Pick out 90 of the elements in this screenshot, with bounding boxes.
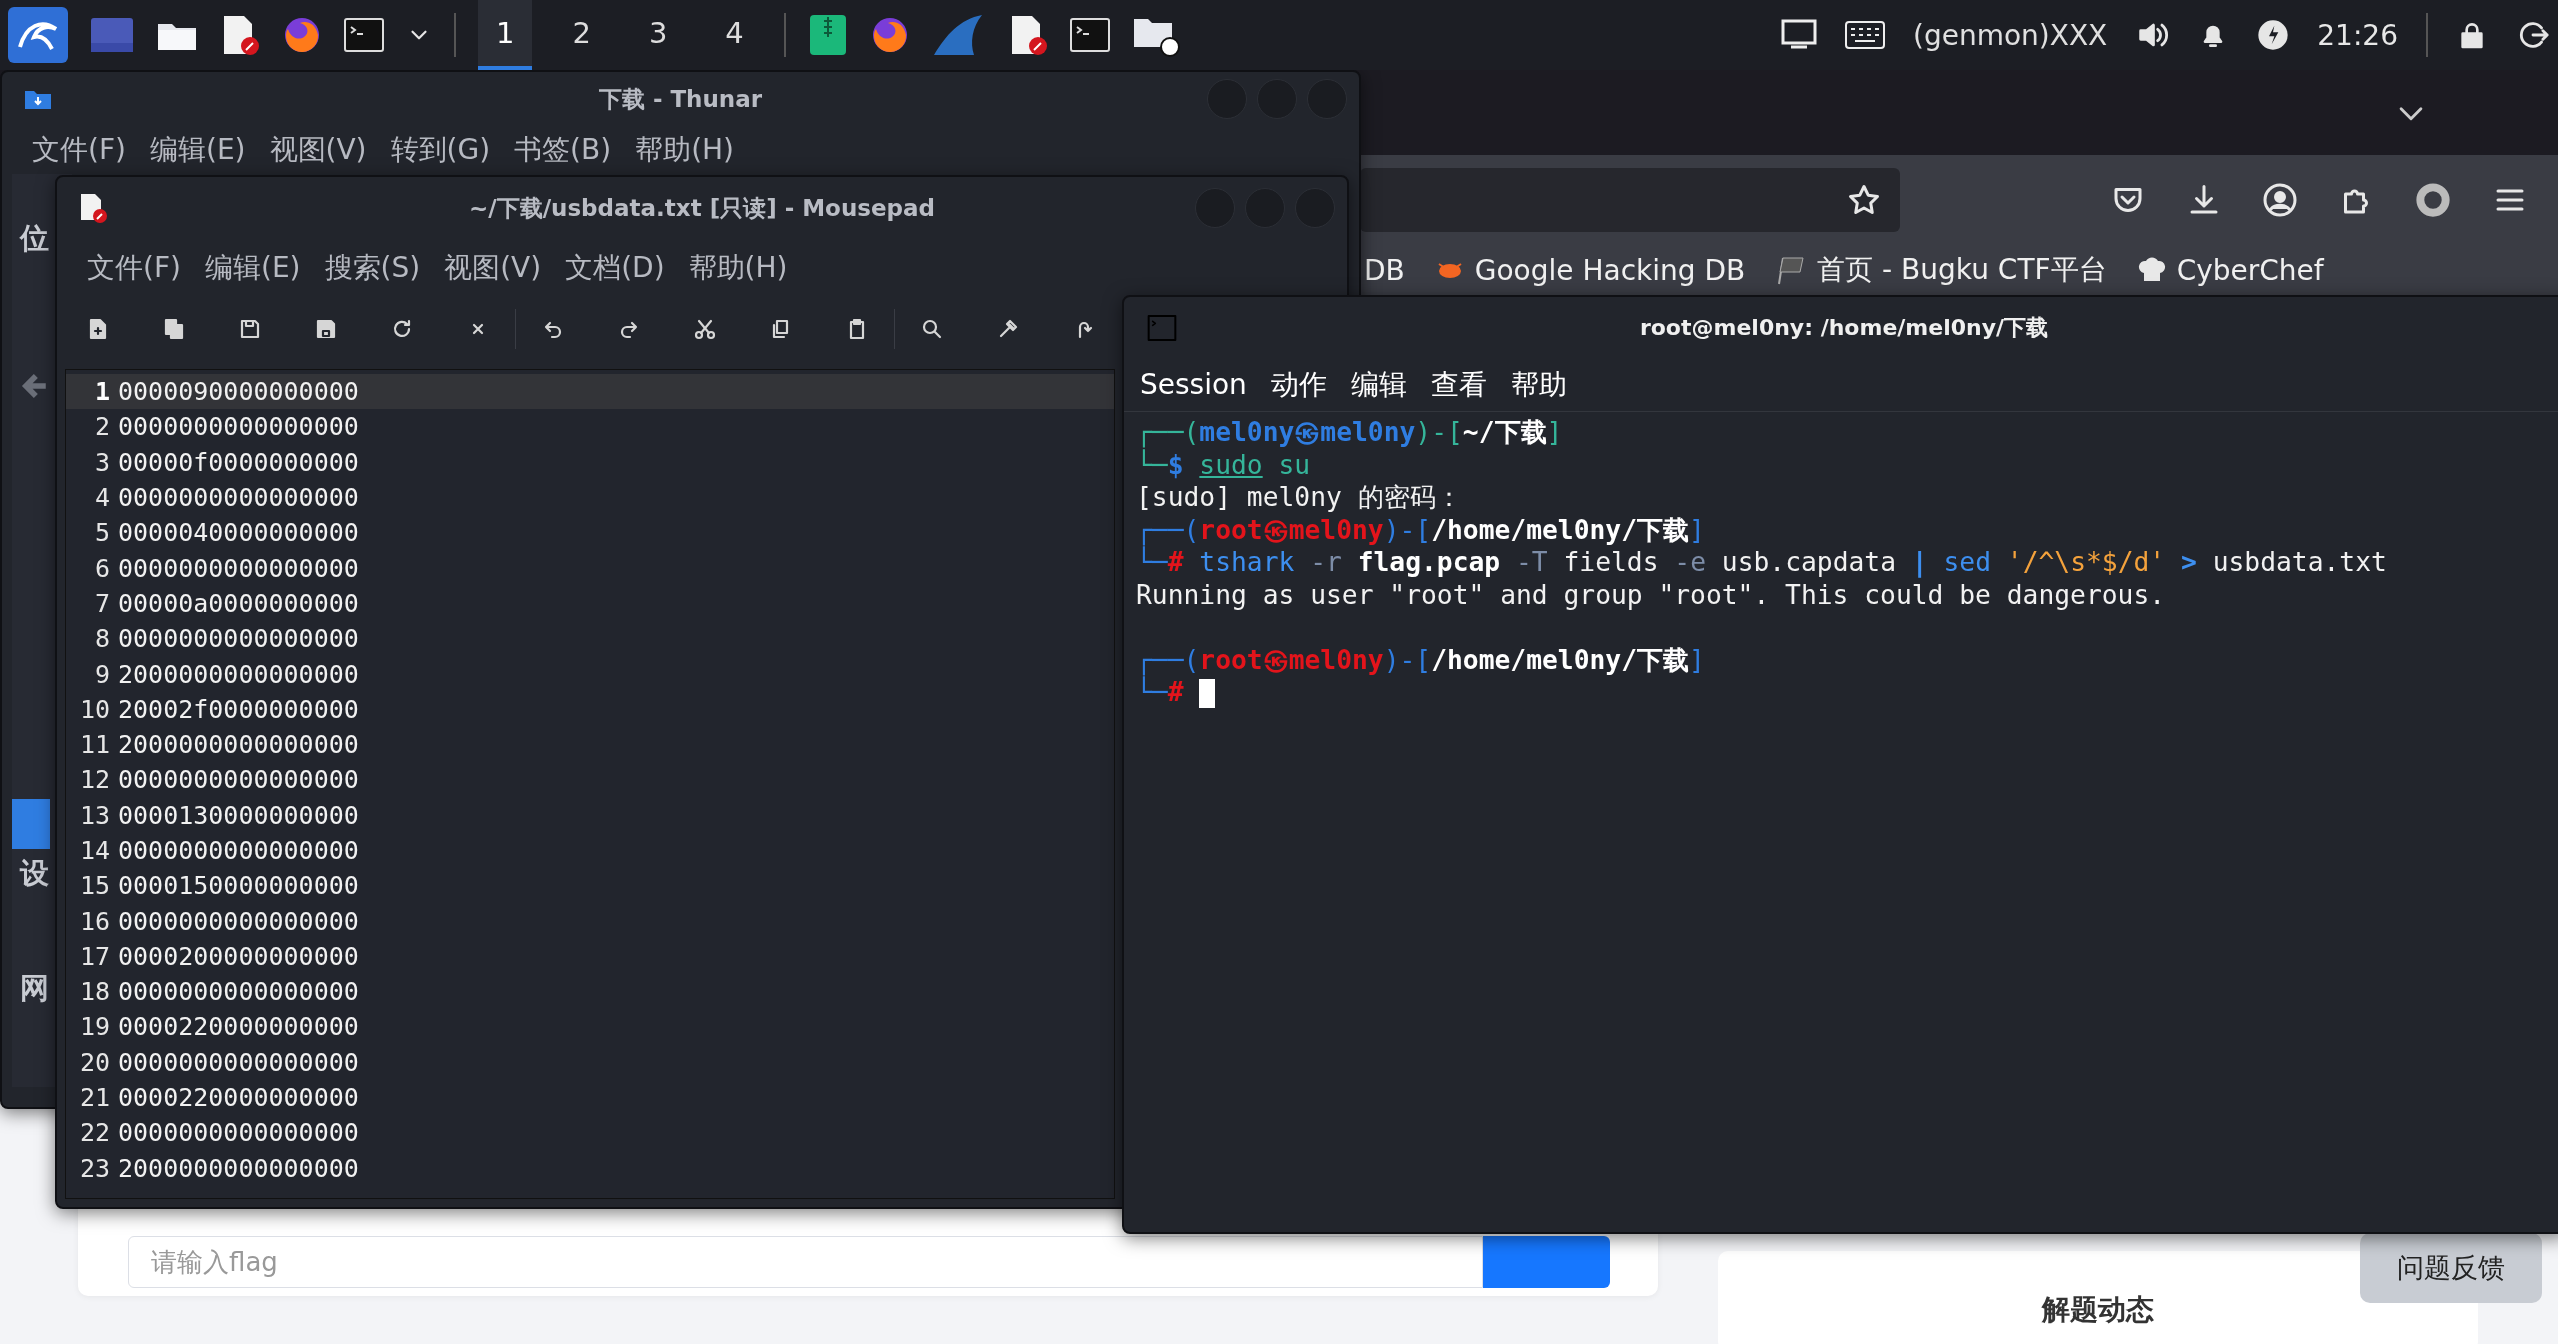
code-line: 0000220000000000	[118, 1012, 359, 1042]
menu-item[interactable]: 视图(V)	[259, 133, 377, 167]
menu-item[interactable]: 搜索(S)	[314, 251, 431, 285]
line-number: 21	[78, 1083, 111, 1113]
code-line: 0000150000000000	[118, 871, 359, 901]
line-number: 22	[78, 1118, 111, 1148]
terminal-line: ┌──(root㉿mel0ny)-[/home/mel0ny/下载]	[1136, 643, 1706, 676]
code-line: 0000000000000000	[118, 412, 359, 442]
menu-item[interactable]: 帮助(H)	[678, 251, 798, 285]
window-title: 下载 - Thunar	[598, 85, 763, 112]
workspace-tab[interactable]: 1	[478, 0, 533, 70]
code-line: 0000000000000000	[118, 1047, 359, 1077]
terminal-line: └─#	[1136, 676, 2558, 709]
code-line: 0000040000000000	[118, 518, 359, 548]
terminal-line: Running as user "root" and group "root". This could be dangerous.	[1136, 578, 2167, 611]
code-line: 0000000000000000	[118, 624, 359, 654]
menu-item[interactable]: 动作	[1260, 368, 1337, 402]
feedback-button[interactable]: 问题反馈	[2360, 1233, 2542, 1303]
terminal-line: └─$ sudo su	[1136, 448, 1312, 481]
workspace-tab[interactable]: 4	[707, 0, 762, 70]
line-number: 8	[93, 624, 111, 654]
line-number: 19	[78, 1012, 111, 1042]
line-number: 11	[78, 730, 111, 760]
line-number: 3	[93, 447, 111, 477]
code-line: 2000000000000000	[118, 1153, 359, 1183]
menu-item[interactable]: 帮助(H)	[625, 133, 745, 167]
line-number: 12	[78, 765, 111, 795]
line-number: 15	[78, 871, 111, 901]
code-line: 2000000000000000	[118, 659, 359, 689]
line-number: 20	[78, 1047, 111, 1077]
menu-item[interactable]: 视图(V)	[434, 251, 552, 285]
code-line: 00000a0000000000	[118, 588, 359, 618]
code-line: 0000090000000000	[118, 377, 359, 407]
sidebar-heading: 设	[20, 855, 49, 892]
menu-item[interactable]: 查看	[1420, 368, 1497, 402]
menu-item[interactable]: 编辑(E)	[139, 133, 256, 167]
code-line: 20002f0000000000	[118, 694, 359, 724]
menu-item[interactable]: 文档(D)	[555, 251, 675, 285]
line-number: 5	[93, 518, 111, 548]
line-number: 4	[93, 483, 111, 513]
terminal-line: ┌──(root㉿mel0ny)-[/home/mel0ny/下载]	[1136, 513, 1706, 546]
code-line: 0000200000000000	[118, 941, 359, 971]
line-number: 17	[78, 941, 111, 971]
terminal-line: └─# tshark -r flag.pcap -T fields -e usb.capdata | sed '/^\s*$/d' > usbdata.txt	[1136, 546, 2388, 579]
bookmark-link[interactable]: Google Hacking DB	[1474, 253, 1746, 287]
workspace-tab[interactable]: 2	[554, 0, 609, 70]
code-line: 2000000000000000	[118, 730, 359, 760]
code-line: 0000000000000000	[118, 483, 359, 513]
line-number: 10	[78, 694, 111, 724]
line-number: 13	[78, 800, 111, 830]
menu-item[interactable]: 文件(F)	[77, 251, 191, 285]
line-number: 2	[93, 412, 111, 442]
menu-item[interactable]: 编辑(E)	[194, 251, 311, 285]
line-number: 16	[78, 906, 111, 936]
code-line: 0000000000000000	[118, 906, 359, 936]
line-number: 1	[93, 377, 111, 407]
terminal-line: ┌──(mel0ny㉿mel0ny)-[~/下载]	[1136, 416, 1564, 449]
bookmark-link[interactable]: 首页 - Bugku CTF平台	[1817, 251, 2107, 289]
bookmark-link[interactable]: CyberChef	[2176, 253, 2324, 287]
code-line: 00000f0000000000	[118, 447, 359, 477]
sidebar-heading: 位	[20, 220, 49, 257]
window-title: root@mel0ny: /home/mel0ny/下载	[1639, 315, 2049, 340]
card-title: 解题动态	[2042, 1292, 2154, 1328]
line-number: 14	[78, 836, 111, 865]
line-number: 18	[78, 977, 111, 1007]
genmon-label[interactable]: (genmon)XXX	[1913, 18, 2108, 52]
menu-item[interactable]: 帮助	[1500, 368, 1577, 402]
line-number: 23	[78, 1153, 111, 1183]
menu-item[interactable]: 书签(B)	[504, 133, 622, 167]
clock-text: 21:26	[2317, 18, 2398, 52]
menu-item[interactable]: Session	[1130, 368, 1257, 402]
code-line: 0000000000000000	[118, 1118, 359, 1148]
code-line: 0000000000000000	[118, 977, 359, 1007]
line-number: 6	[93, 553, 111, 583]
code-line: 0000130000000000	[118, 800, 359, 830]
code-line: 0000220000000000	[118, 1083, 359, 1113]
workspace-tab[interactable]: 3	[630, 0, 686, 70]
flag-input-field[interactable]: 请输入flag	[128, 1236, 1483, 1288]
menu-item[interactable]: 文件(F)	[22, 133, 136, 167]
code-line: 0000000000000000	[118, 836, 359, 865]
bookmark-link[interactable]: DB	[1364, 253, 1405, 287]
menu-item[interactable]: 编辑	[1340, 368, 1417, 402]
terminal-line: [sudo] mel0ny 的密码：	[1136, 481, 1463, 514]
line-number: 7	[93, 588, 111, 618]
code-line: 0000000000000000	[118, 553, 359, 583]
sidebar-heading: 网	[20, 970, 49, 1007]
menu-item[interactable]: 转到(G)	[380, 133, 501, 167]
window-title: ~/下载/usbdata.txt [只读] - Mousepad	[468, 194, 936, 221]
code-line: 0000000000000000	[118, 765, 359, 795]
line-number: 9	[93, 659, 111, 689]
